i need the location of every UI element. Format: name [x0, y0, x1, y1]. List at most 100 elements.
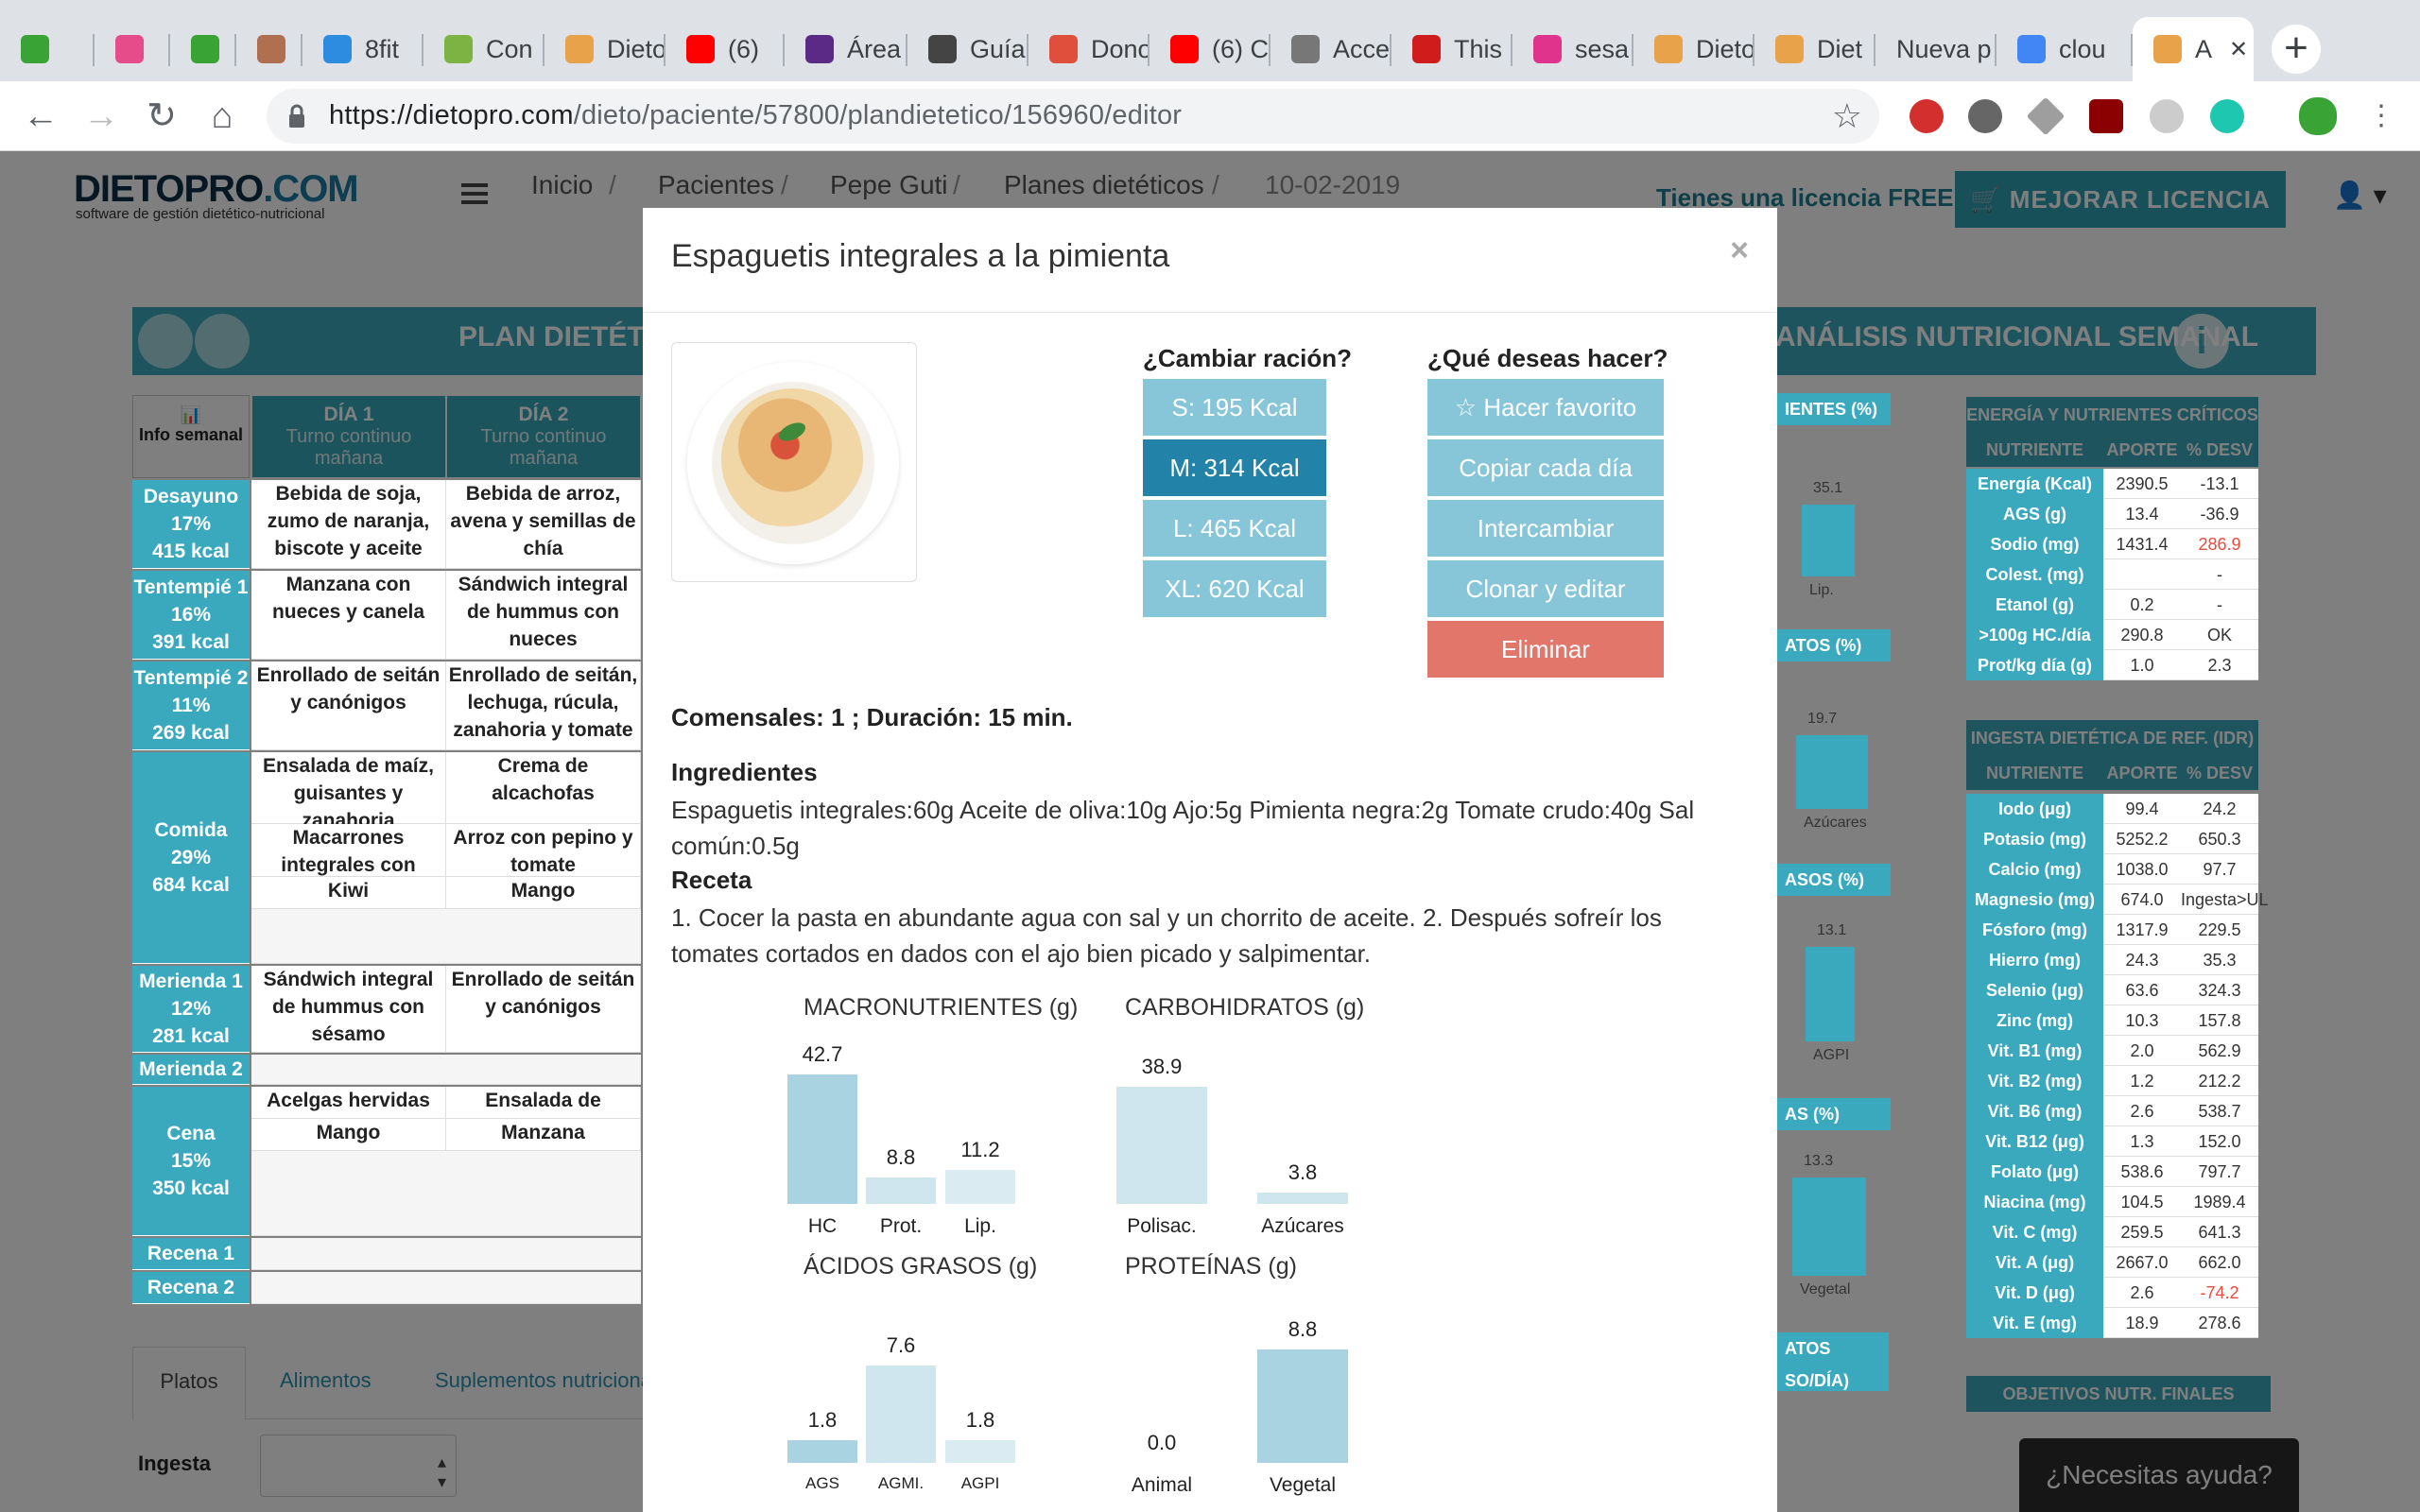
dish-cell[interactable]: Macarrones integrales con tomate: [251, 824, 446, 903]
nutrient-desv: Ingesta>UL: [2181, 885, 2269, 915]
browser-tab[interactable]: Diet: [1754, 17, 1876, 81]
new-tab-button[interactable]: +: [2272, 25, 2321, 74]
nutrient-row: Prot/kg día (g) 1.0 2.3: [1966, 650, 2258, 680]
browser-tab[interactable]: [170, 17, 236, 81]
browser-tab[interactable]: [95, 17, 170, 81]
address-bar[interactable]: https://dietopro.com/dieto/paciente/5780…: [267, 89, 1879, 144]
home-icon[interactable]: ⌂: [200, 94, 244, 138]
quote-icon: [805, 35, 834, 63]
actions-heading: ¿Qué deseas hacer?: [1427, 344, 1668, 372]
meal-label-cell[interactable]: Desayuno 17% 415 kcal: [132, 480, 250, 569]
meal-label-cell[interactable]: Recena 1: [132, 1238, 250, 1270]
nutrient-name: Vit. C (mg): [1966, 1217, 2103, 1247]
empty-meal-slot[interactable]: [251, 1055, 446, 1085]
favorite-button[interactable]: ☆ Hacer favorito: [1427, 379, 1664, 436]
dish-cell[interactable]: Mango: [446, 877, 641, 909]
browser-tab[interactable]: [0, 17, 95, 81]
android-icon: [444, 35, 473, 63]
empty-meal-slot[interactable]: [251, 909, 446, 964]
portion-s-button[interactable]: S: 195 Kcal: [1143, 379, 1326, 436]
dish-cell[interactable]: Ensalada de maíz, guisantes y zanahoria: [251, 752, 446, 832]
meal-label-cell[interactable]: Merienda 2: [132, 1055, 250, 1085]
browser-tab[interactable]: Dieto: [544, 17, 666, 81]
forward-icon[interactable]: →: [79, 94, 123, 138]
empty-meal-slot[interactable]: [446, 1272, 641, 1304]
profile-avatar[interactable]: [2299, 97, 2337, 135]
dish-cell[interactable]: Ensalada de lechuga completa: [446, 1087, 641, 1139]
dish-cell[interactable]: Arroz con pepino y tomate: [446, 824, 641, 877]
dish-cell[interactable]: Manzana con nueces y canela: [251, 571, 446, 660]
meal-pct: 12%: [170, 998, 212, 1020]
dish-cell[interactable]: Bebida de soja, zumo de naranja, biscote…: [251, 480, 446, 569]
browser-tab[interactable]: Dieto: [1634, 17, 1754, 81]
ck-icon: [115, 35, 144, 63]
meal-label-cell[interactable]: Cena 15% 350 kcal: [132, 1087, 250, 1236]
portion-l-button[interactable]: L: 465 Kcal: [1143, 500, 1326, 557]
dish-cell[interactable]: Manzana: [446, 1119, 641, 1151]
copy-each-day-button[interactable]: Copiar cada día: [1427, 439, 1664, 496]
dish-cell[interactable]: Enrollado de seitán y canónigos: [446, 966, 641, 1053]
back-icon[interactable]: ←: [19, 94, 62, 138]
dish-cell[interactable]: Crema de alcachofas: [446, 752, 641, 824]
empty-meal-slot[interactable]: [446, 1151, 641, 1236]
meal-label-cell[interactable]: Merienda 1 12% 281 kcal: [132, 966, 250, 1053]
browser-tab[interactable]: sesa: [1512, 17, 1634, 81]
close-icon[interactable]: ×: [1730, 232, 1749, 269]
extension-drive-icon[interactable]: [2026, 96, 2066, 136]
ingredients-heading: Ingredientes: [671, 758, 818, 786]
dish-cell[interactable]: Bebida de arroz, avena y semillas de chí…: [446, 480, 641, 569]
empty-meal-slot[interactable]: [251, 1151, 446, 1236]
empty-meal-slot[interactable]: [251, 1272, 446, 1304]
meal-label-cell[interactable]: Tentempié 2 11% 269 kcal: [132, 662, 250, 750]
nutrient-aporte: 2390.5: [2103, 469, 2181, 499]
portion-m-button[interactable]: M: 314 Kcal: [1143, 439, 1326, 496]
dish-cell[interactable]: Enrollado de seitán y canónigos: [251, 662, 446, 750]
meal-name: Tentempié 2: [133, 667, 249, 689]
dish-cell[interactable]: Acelgas hervidas: [251, 1087, 446, 1119]
extension-chat-icon[interactable]: [2150, 99, 2184, 133]
dish-cell[interactable]: Sándwich integral de hummus con sésamo: [251, 966, 446, 1053]
dish-cell[interactable]: Enrollado de seitán, lechuga, rúcula, za…: [446, 662, 641, 750]
browser-tab[interactable]: A ✕: [2133, 17, 2254, 81]
nutrient-aporte: 1317.9: [2103, 915, 2181, 945]
bookmark-star-icon[interactable]: ☆: [1832, 96, 1862, 136]
browser-tab[interactable]: Área: [785, 17, 908, 81]
dish-cell[interactable]: Sándwich integral de hummus con nueces: [446, 571, 641, 660]
browser-tab[interactable]: This: [1392, 17, 1512, 81]
tab-close-icon[interactable]: ✕: [2229, 36, 2248, 63]
browser-tab[interactable]: Nueva p: [1876, 17, 1996, 81]
meal-kcal: 269 kcal: [152, 722, 230, 744]
swap-button[interactable]: Intercambiar: [1427, 500, 1664, 557]
analysis-bar-label: Azúcares: [1804, 815, 1867, 831]
browser-tab[interactable]: Acce: [1270, 17, 1392, 81]
empty-meal-slot[interactable]: [446, 1238, 641, 1270]
portion-xl-button[interactable]: XL: 620 Kcal: [1143, 560, 1326, 617]
browser-tab[interactable]: Dono: [1028, 17, 1150, 81]
extension-ublock-icon[interactable]: [2089, 99, 2123, 133]
browser-tab[interactable]: (6) C: [1150, 17, 1270, 81]
browser-tab[interactable]: (6): [666, 17, 785, 81]
empty-meal-slot[interactable]: [251, 1238, 446, 1270]
browser-tab[interactable]: clou: [1996, 17, 2133, 81]
meal-label-cell[interactable]: Comida 29% 684 kcal: [132, 752, 250, 964]
empty-meal-slot[interactable]: [446, 1055, 641, 1085]
browser-tab[interactable]: [236, 17, 302, 81]
browser-tab[interactable]: Guía: [908, 17, 1028, 81]
dish-cell[interactable]: Kiwi: [251, 877, 446, 909]
reload-icon[interactable]: ↻: [140, 94, 183, 138]
nutrient-name: Iodo (μg): [1966, 794, 2103, 824]
extension-film-icon[interactable]: [1968, 99, 2002, 133]
browser-tab[interactable]: 8fit: [302, 17, 424, 81]
clone-edit-button[interactable]: Clonar y editar: [1427, 560, 1664, 617]
meal-label-cell[interactable]: Recena 2: [132, 1272, 250, 1304]
extension-circle-icon[interactable]: [2210, 99, 2244, 133]
browser-tab[interactable]: Con: [424, 17, 544, 81]
google-icon: [2017, 35, 2046, 63]
empty-meal-slot[interactable]: [446, 909, 641, 964]
nutrient-name: Vit. B6 (mg): [1966, 1096, 2103, 1126]
delete-button[interactable]: Eliminar: [1427, 621, 1664, 678]
dish-cell[interactable]: Mango: [251, 1119, 446, 1151]
extension-hand-icon[interactable]: [1910, 99, 1944, 133]
meal-label-cell[interactable]: Tentempié 1 16% 391 kcal: [132, 571, 250, 660]
browser-menu-icon[interactable]: ⋮: [2360, 94, 2403, 138]
